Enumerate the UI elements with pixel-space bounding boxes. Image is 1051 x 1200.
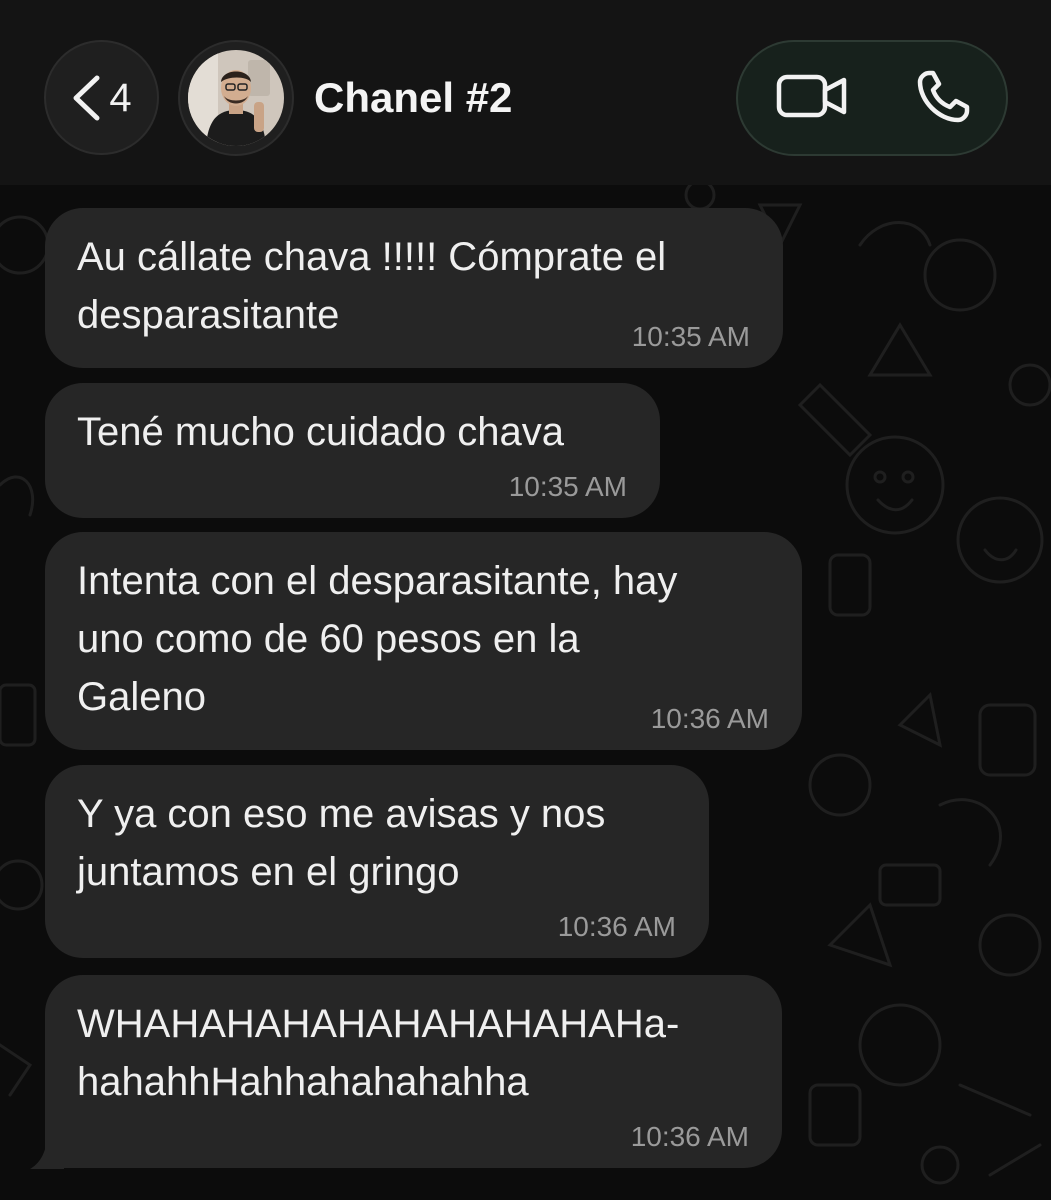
chat-header: 4 Chanel #2 <box>0 0 1051 185</box>
chevron-left-icon <box>71 75 101 121</box>
phone-icon <box>915 69 971 130</box>
message-timestamp: 10:36 AM <box>630 1121 749 1152</box>
message-text: WHAHAHAHAHAHAHAHAHAHa- hahahhHahhahahaha… <box>77 1002 680 1104</box>
message-timestamp: 10:36 AM <box>557 911 676 942</box>
chat-screen: 4 Chanel #2 Au cállate chava !!!!! Cómpr… <box>0 0 1051 1200</box>
bubble-tail <box>30 1125 64 1169</box>
message-bubble[interactable]: Intenta con el desparasitante, hay uno c… <box>45 532 802 750</box>
back-button[interactable]: 4 <box>44 40 159 155</box>
message-bubble[interactable]: Y ya con eso me avisas y nos juntamos en… <box>45 765 709 958</box>
message-bubble[interactable]: WHAHAHAHAHAHAHAHAHAHa- hahahhHahhahahaha… <box>45 975 782 1168</box>
message-timestamp: 10:35 AM <box>631 321 750 352</box>
contact-name[interactable]: Chanel #2 <box>314 72 512 124</box>
voice-call-button[interactable] <box>914 70 972 128</box>
message-timestamp: 10:35 AM <box>508 471 627 502</box>
video-call-button[interactable] <box>774 72 850 124</box>
call-actions <box>736 40 1008 156</box>
contact-avatar-button[interactable] <box>178 40 294 156</box>
unread-count: 4 <box>109 75 132 120</box>
message-text: Y ya con eso me avisas y nos juntamos en… <box>77 792 606 894</box>
message-bubble[interactable]: Au cállate chava !!!!! Cómprate el despa… <box>45 208 783 368</box>
message-text: Tené mucho cuidado chava <box>77 410 564 454</box>
avatar <box>188 50 284 146</box>
message-bubble[interactable]: Tené mucho cuidado chava 10:35 AM <box>45 383 660 518</box>
video-camera-icon <box>776 73 848 124</box>
message-timestamp: 10:36 AM <box>650 703 769 734</box>
message-text: Intenta con el desparasitante, hay uno c… <box>77 559 678 719</box>
message-list[interactable]: Au cállate chava !!!!! Cómprate el despa… <box>0 185 1051 1200</box>
